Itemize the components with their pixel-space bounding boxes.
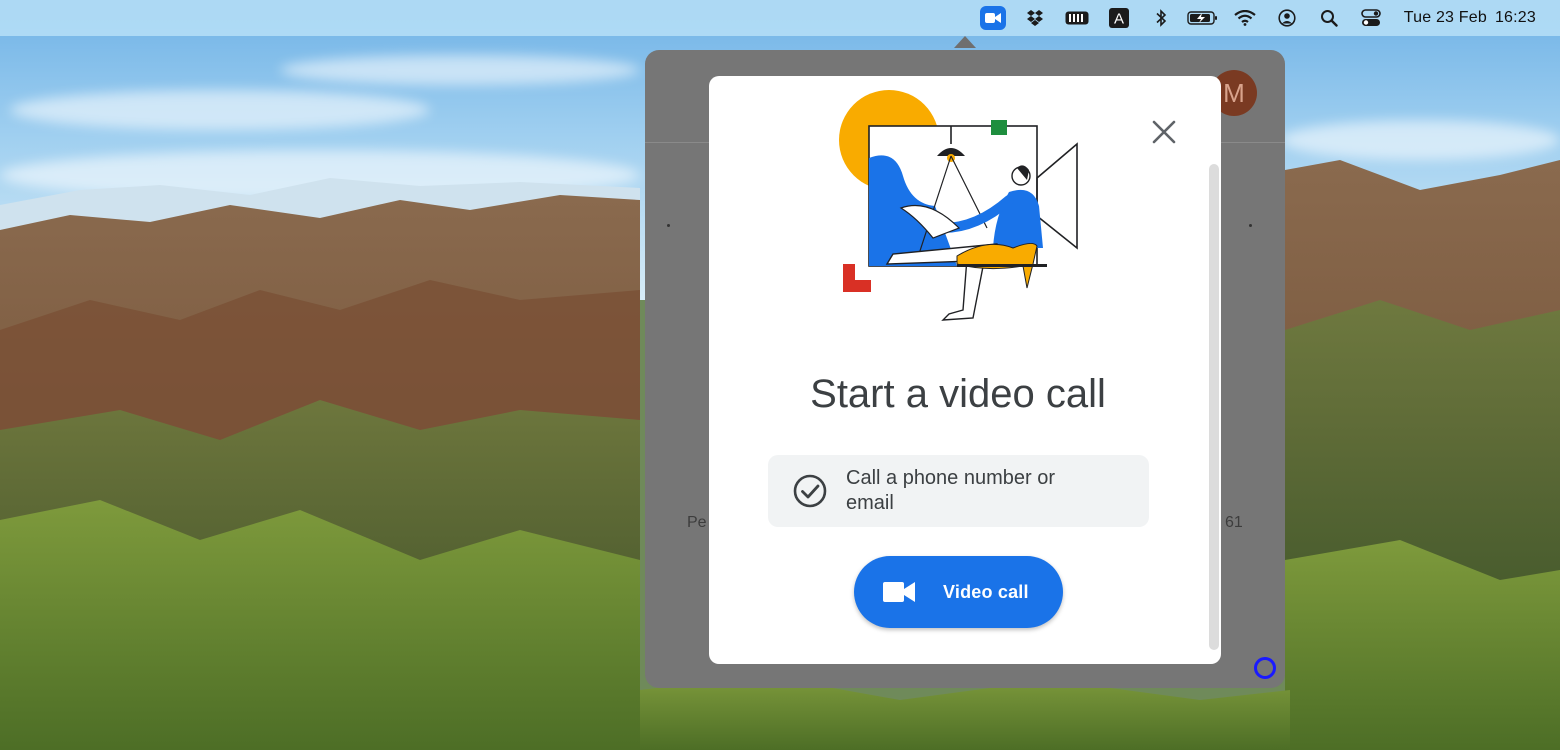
input-source-a-icon[interactable]: A — [1098, 4, 1140, 32]
input-source-letter: A — [1114, 11, 1124, 28]
battery-meter-icon[interactable] — [1056, 4, 1098, 32]
video-call-label: Video call — [943, 581, 1029, 602]
close-icon[interactable] — [1152, 120, 1176, 144]
video-call-button[interactable]: Video call — [854, 556, 1063, 628]
battery-charging-icon[interactable] — [1182, 4, 1224, 32]
call-option-label: Call a phone number or email — [846, 467, 1056, 514]
video-camera-icon — [883, 582, 915, 602]
call-phone-or-email-option[interactable]: Call a phone number or email — [768, 455, 1149, 527]
video-call-illustration — [839, 90, 1078, 321]
dropbox-icon[interactable] — [1014, 4, 1056, 32]
user-account-icon[interactable] — [1266, 4, 1308, 32]
video-camera-icon[interactable] — [979, 6, 1006, 30]
menu-bar: A Tue 23 Feb 16:23 — [0, 0, 1560, 36]
illustration-green-square — [991, 120, 1007, 135]
menu-bar-status-icons: A — [972, 4, 1392, 32]
clock-time: 16:23 — [1494, 9, 1536, 26]
control-center-icon[interactable] — [1350, 4, 1392, 32]
bluetooth-icon[interactable] — [1140, 4, 1182, 32]
popover-arrow — [954, 36, 976, 48]
background-text-right: 61 — [1225, 514, 1243, 531]
illustration-camera-lens — [1036, 142, 1078, 250]
clock-date: Tue 23 Feb — [1403, 9, 1487, 26]
dialog-scrollbar[interactable] — [1209, 164, 1219, 650]
spotlight-search-icon[interactable] — [1308, 4, 1350, 32]
start-video-call-dialog: Start a video call Call a phone number o… — [709, 76, 1221, 664]
menu-extra-google-meet[interactable] — [972, 4, 1014, 32]
menu-bar-clock[interactable]: Tue 23 Feb 16:23 — [1404, 9, 1536, 27]
check-circle-icon — [793, 474, 827, 508]
illustration-red-shape — [843, 264, 871, 292]
dialog-title: Start a video call — [810, 372, 1106, 416]
background-text-left: Pe — [687, 514, 707, 531]
status-ring-icon — [1254, 657, 1276, 679]
close-button[interactable] — [1146, 114, 1182, 150]
background-marker — [667, 224, 670, 227]
background-marker — [1249, 224, 1252, 227]
wifi-icon[interactable] — [1224, 4, 1266, 32]
